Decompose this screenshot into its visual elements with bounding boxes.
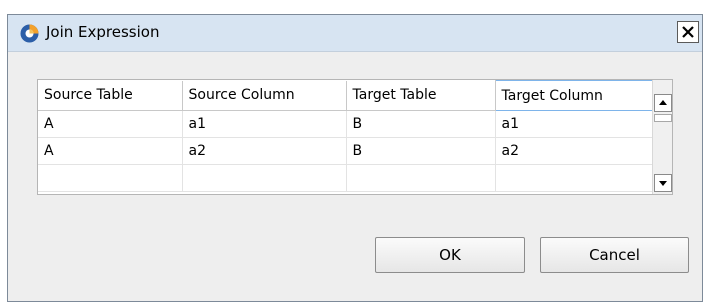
- column-header-source-column[interactable]: Source Column: [182, 80, 347, 111]
- arrow-down-icon: [659, 181, 667, 186]
- table-cell[interactable]: a2: [182, 137, 347, 165]
- table-cell[interactable]: [38, 164, 183, 192]
- join-grid: Source Table Source Column Target Table …: [38, 80, 653, 192]
- column-header-target-column[interactable]: Target Column: [494, 80, 653, 111]
- table-cell[interactable]: A: [38, 137, 183, 165]
- table-cell[interactable]: B: [346, 110, 496, 138]
- cancel-button[interactable]: Cancel: [540, 237, 689, 273]
- table-cell[interactable]: [495, 164, 653, 192]
- scroll-up-button[interactable]: [654, 94, 672, 112]
- close-button[interactable]: [677, 21, 699, 43]
- window-title: Join Expression: [46, 23, 160, 41]
- scroll-thumb[interactable]: [654, 114, 672, 122]
- join-expression-dialog: Join Expression Source Table Source Colu…: [7, 14, 703, 302]
- background-window-sliver: [0, 0, 710, 14]
- arrow-up-icon: [659, 100, 667, 105]
- column-header-target-table[interactable]: Target Table: [346, 80, 496, 111]
- header-row: Source Table Source Column Target Table …: [38, 80, 653, 111]
- eclipse-icon: [20, 24, 39, 43]
- vertical-scrollbar[interactable]: [652, 80, 672, 194]
- table-cell[interactable]: a1: [495, 110, 653, 138]
- column-header-source-table[interactable]: Source Table: [38, 80, 183, 111]
- table-cell[interactable]: a1: [182, 110, 347, 138]
- table-cell[interactable]: a2: [495, 137, 653, 165]
- table-row[interactable]: A a2 B a2: [38, 137, 653, 165]
- table-row[interactable]: A a1 B a1: [38, 110, 653, 138]
- table-cell[interactable]: B: [346, 137, 496, 165]
- table-cell[interactable]: [346, 164, 496, 192]
- table-cell[interactable]: [182, 164, 347, 192]
- join-table[interactable]: Source Table Source Column Target Table …: [37, 79, 673, 195]
- table-cell[interactable]: A: [38, 110, 183, 138]
- scroll-down-button[interactable]: [654, 174, 672, 192]
- close-icon: [682, 26, 694, 38]
- table-row[interactable]: [38, 164, 653, 192]
- titlebar: Join Expression: [8, 15, 702, 52]
- ok-button[interactable]: OK: [375, 237, 525, 273]
